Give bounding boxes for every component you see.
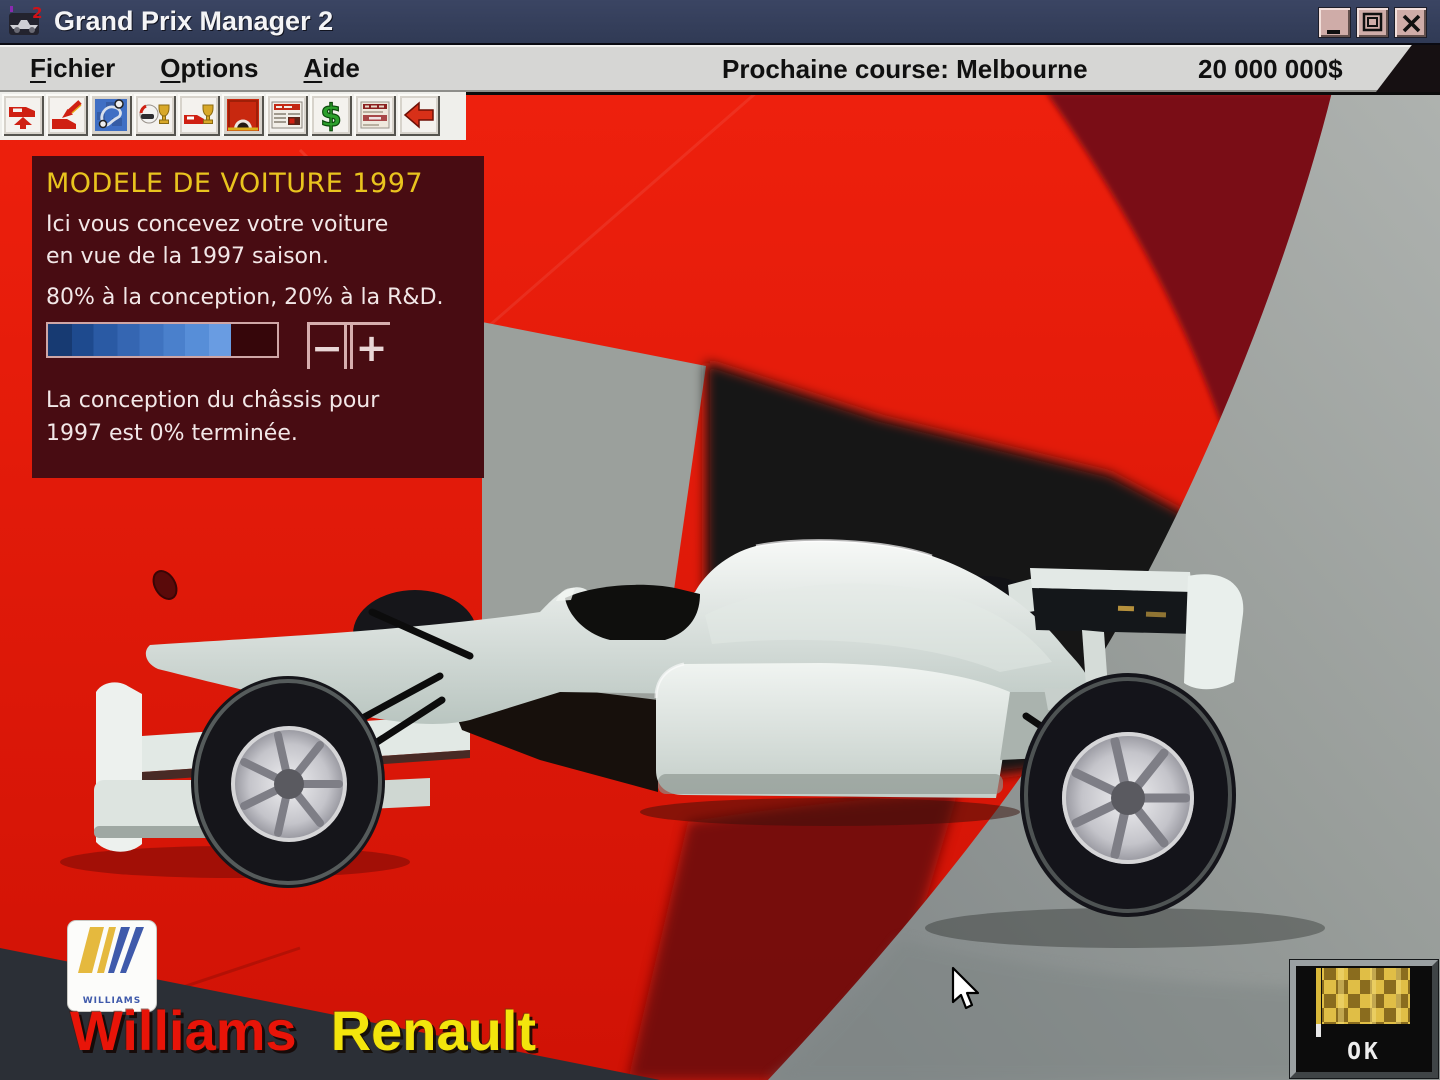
progress-fill [48,324,231,356]
ok-button[interactable]: OK [1290,960,1438,1078]
allocation-stepper: − + [307,322,390,369]
toolbar-helmet-trophy-button[interactable] [134,94,176,136]
form-icon [358,98,392,132]
car-trophy-icon [182,98,216,132]
toolbar-newspaper-button[interactable] [266,94,308,136]
toolbar-back-button[interactable] [398,94,440,136]
ok-button-label: OK [1347,1039,1381,1065]
car-arrow-icon [50,98,84,132]
decrease-button[interactable]: − [307,325,347,369]
front-wheel [191,676,385,888]
window-title: Grand Prix Manager 2 [54,6,333,37]
menubar: Fichier Options Aide Prochaine course: M… [0,45,1440,92]
panel-intro-line2: en vue de la 1997 saison. [46,241,470,273]
status-line2: 1997 est 0% terminée. [46,417,470,450]
checkered-flag-icon [1312,966,1416,1038]
toolbar-car-arrow-button[interactable] [46,94,88,136]
toolbar-circuit-map-button[interactable] [90,94,132,136]
toolbar-car-up-button[interactable] [2,94,44,136]
close-icon [1397,9,1425,37]
toolbar-car-trophy-button[interactable] [178,94,220,136]
design-progress-bar [46,322,279,358]
engine-name: Renault [331,998,536,1063]
maximize-button[interactable] [1356,7,1389,38]
circuit-map-icon [94,98,128,132]
app-icon: 2 [8,4,44,40]
budget-amount: 20 000 000$ [1198,54,1343,85]
increase-button[interactable]: + [350,325,390,369]
minimize-icon [1321,9,1349,37]
window-controls [1318,7,1427,38]
team-banner: Williams Renault [70,998,536,1063]
williams-logo-mark [68,921,156,981]
menu-fichier[interactable]: Fichier [30,53,115,84]
svg-text:2: 2 [32,4,42,22]
next-race-status: Prochaine course: Melbourne [722,54,1088,85]
rear-wheel [1020,673,1236,917]
toolbar: $ [0,92,466,140]
panel-intro-line1: Ici vous concevez votre voiture [46,209,470,241]
allocation-text: 80% à la conception, 20% à la R&D. [46,285,470,310]
menubar-slant-decoration [1376,45,1440,92]
back-arrow-icon [402,98,436,132]
dollar-icon: $ [314,98,348,132]
newspaper-icon [270,98,304,132]
toolbar-helmet-button[interactable] [222,94,264,136]
game-window: 2 Grand Prix Manager 2 Fichier Options [0,0,1440,1080]
status-line1: La conception du châssis pour [46,384,470,417]
car-up-icon [6,98,40,132]
menu-aide[interactable]: Aide [304,53,360,84]
minimize-button[interactable] [1318,7,1351,38]
toolbar-finances-button[interactable]: $ [310,94,352,136]
titlebar: 2 Grand Prix Manager 2 [0,0,1440,45]
helmet-trophy-icon [138,98,172,132]
toolbar-form-button[interactable] [354,94,396,136]
close-button[interactable] [1394,7,1427,38]
helmet-icon [226,98,260,132]
team-name: Williams [70,998,297,1063]
maximize-icon [1359,9,1387,37]
menu-options[interactable]: Options [160,53,258,84]
svg-text:$: $ [320,98,342,132]
car-design-panel: MODELE DE VOITURE 1997 Ici vous concevez… [32,156,484,478]
panel-title: MODELE DE VOITURE 1997 [46,168,470,199]
